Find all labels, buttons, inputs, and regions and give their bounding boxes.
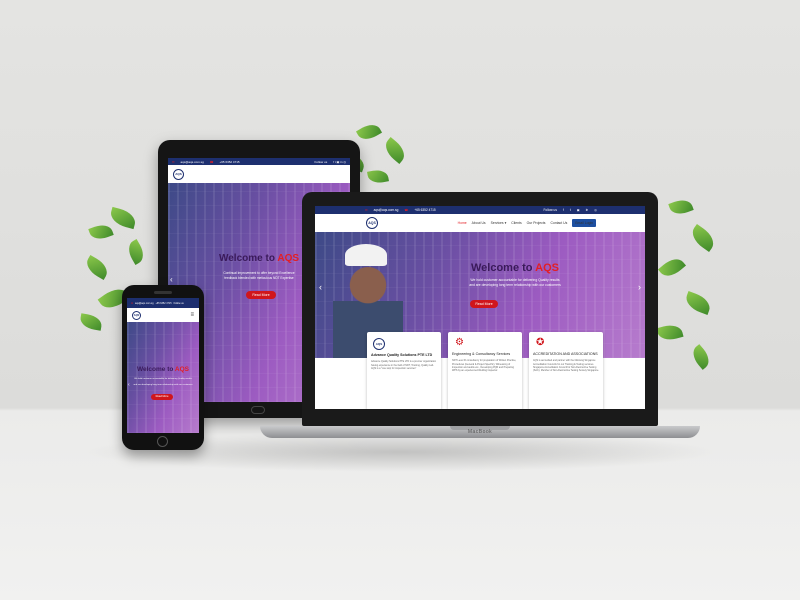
service-cards: AQS Advance Quality Solutions PTE LTD Ad…: [367, 332, 603, 409]
tablet-follow-us: Follow us: [314, 159, 328, 164]
tablet-email[interactable]: aqs@aqs.com.sg: [181, 160, 204, 164]
laptop-hero-sub-1: We hold customer accountable for deliver…: [470, 278, 560, 282]
instagram-icon[interactable]: ◎: [594, 208, 597, 212]
next-arrow-icon[interactable]: ›: [638, 282, 641, 292]
card-accreditation[interactable]: ✪ ACCREDITATION AND ASSOCIATIONS AQS is …: [529, 332, 603, 409]
tablet-navbar: AQS: [168, 165, 350, 183]
aqs-logo[interactable]: AQS: [366, 217, 378, 229]
nav-about-us[interactable]: About Us: [472, 221, 486, 225]
phone-navbar: AQS ≡: [127, 308, 199, 322]
phone-prev-arrow-icon[interactable]: ‹: [128, 382, 130, 388]
prev-arrow-icon[interactable]: ‹: [319, 282, 322, 292]
phone-email[interactable]: aqs@aqs.com.sg: [135, 302, 154, 305]
phone-hero-title: Welcome to AQS: [136, 366, 190, 373]
card-desc: NDT Level III consultancy for preparatio…: [452, 359, 517, 372]
accreditation-icon: ✪: [536, 337, 545, 348]
nav-contact-us[interactable]: Contact Us: [551, 221, 568, 225]
aqs-logo[interactable]: AQS: [132, 310, 141, 320]
phone-screen: ✉ aqs@aqs.com.sg +65 6352 4715 Follow us…: [127, 298, 199, 433]
card-aqs[interactable]: AQS Advance Quality Solutions PTE LTD Ad…: [367, 332, 441, 409]
tablet-home-button[interactable]: [251, 406, 265, 414]
laptop-screen: ✉ aqs@aqs.com.sg ☎ +65 6352 4715 Follow …: [315, 206, 645, 409]
laptop-follow-us: Follow us: [543, 208, 557, 212]
twitter-icon[interactable]: t: [570, 208, 571, 212]
mail-icon: ✉: [131, 301, 134, 305]
hamburger-menu-icon[interactable]: ≡: [190, 312, 194, 318]
phone-hero-sub-1: We hold customer accountable for deliver…: [134, 378, 192, 380]
facebook-icon[interactable]: f: [563, 208, 564, 212]
youtube-icon[interactable]: ▣: [577, 208, 580, 212]
laptop-hero-sub-2: and are developing long term relationshi…: [469, 283, 561, 287]
phone-speaker: [154, 291, 172, 294]
email-login-button[interactable]: Email Login: [572, 219, 596, 227]
nav-home[interactable]: Home: [458, 221, 467, 225]
phone-read-more-button[interactable]: Read More: [151, 394, 173, 400]
nav-our-projects[interactable]: Our Projects: [527, 221, 546, 225]
laptop-read-more-button[interactable]: Read More: [470, 300, 498, 308]
phone-phone[interactable]: +65 6352 4715: [156, 302, 172, 305]
card-engineering[interactable]: ⚙ Engineering & Consultancy Services NDT…: [448, 332, 522, 409]
aqs-logo[interactable]: AQS: [173, 168, 184, 180]
mail-icon: ✉: [365, 208, 368, 212]
main-nav: Home About Us Services ▾ Clients Our Pro…: [458, 219, 596, 227]
laptop-device: ✉ aqs@aqs.com.sg ☎ +65 6352 4715 Follow …: [302, 192, 658, 426]
laptop-topbar: ✉ aqs@aqs.com.sg ☎ +65 6352 4715 Follow …: [315, 206, 645, 214]
nav-clients[interactable]: Clients: [511, 221, 521, 225]
plant-right: [650, 196, 730, 400]
hands-gear-icon: ⚙: [455, 337, 464, 348]
card-title: Engineering & Consultancy Services: [452, 352, 511, 356]
tablet-topbar: ✉ aqs@aqs.com.sg ☎ +65 6352 4715 Follow …: [168, 158, 350, 165]
tablet-prev-arrow-icon[interactable]: ‹: [170, 275, 173, 284]
mail-icon: ✉: [172, 159, 175, 164]
card-desc: Advance Quality Solutions PTE LTD is a p…: [371, 360, 437, 370]
phone-icon: ☎: [209, 159, 214, 164]
phone-topbar: ✉ aqs@aqs.com.sg +65 6352 4715 Follow us: [127, 298, 199, 308]
tablet-phone[interactable]: +65 6352 4715: [220, 160, 240, 164]
card-title: ACCREDITATION AND ASSOCIATIONS: [533, 352, 598, 356]
laptop-phone[interactable]: +65 6352 4715: [414, 208, 435, 212]
card-desc: AQS is accredited and partner with the f…: [533, 359, 599, 372]
linkedin-icon[interactable]: in: [586, 208, 588, 212]
phone-hero-sub-2: and are developing long term relationshi…: [133, 384, 193, 386]
phone-hero: Welcome to AQS We hold customer accounta…: [127, 322, 199, 433]
phone-follow-us: Follow us: [173, 301, 184, 305]
nav-services[interactable]: Services ▾: [491, 221, 507, 225]
laptop-navbar: AQS Home About Us Services ▾ Clients Our…: [315, 214, 645, 232]
device-mockup-scene: ✉ aqs@aqs.com.sg ☎ +65 6352 4715 Follow …: [0, 0, 800, 600]
phone-device: ✉ aqs@aqs.com.sg +65 6352 4715 Follow us…: [122, 285, 204, 450]
phone-icon: ☎: [404, 208, 409, 212]
card-title: Advance Quality Solutions PTE LTD: [371, 353, 433, 357]
laptop-brand-label: MacBook: [467, 429, 493, 435]
social-icons[interactable]: f t ▣ in ◎: [333, 160, 346, 164]
tablet-read-more-button[interactable]: Read More: [246, 291, 276, 299]
phone-home-button[interactable]: [157, 436, 168, 447]
laptop-hero-title: Welcome to AQS: [470, 262, 560, 274]
aqs-logo-icon: AQS: [373, 338, 385, 350]
laptop-email[interactable]: aqs@aqs.com.sg: [374, 208, 399, 212]
